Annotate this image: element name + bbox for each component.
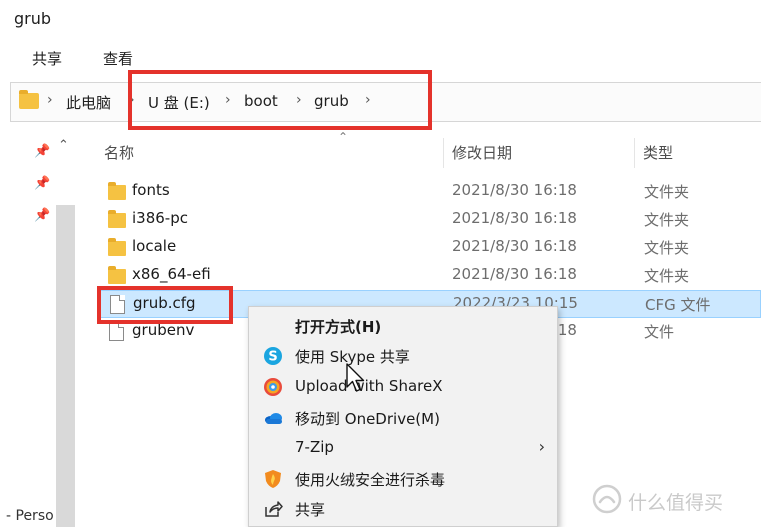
- menu-item-label: 共享: [295, 501, 326, 519]
- folder-icon: [19, 90, 39, 109]
- file-type: 文件: [644, 323, 675, 341]
- file-icon: [109, 322, 124, 341]
- breadcrumb-this-pc[interactable]: 此电脑: [66, 92, 111, 113]
- watermark: 什么值得买: [592, 484, 761, 516]
- file-date: 2021/8/30 16:18: [452, 237, 577, 255]
- column-modified[interactable]: 修改日期: [452, 142, 512, 163]
- table-row[interactable]: fonts 2021/8/30 16:18 文件夹: [100, 178, 761, 206]
- file-type: 文件夹: [644, 239, 690, 257]
- file-date: 2021/8/30 16:18: [452, 265, 577, 283]
- file-name: x86_64-efi: [132, 265, 211, 283]
- folder-icon: [108, 238, 126, 256]
- table-row[interactable]: i386-pc 2021/8/30 16:18 文件夹: [100, 206, 761, 234]
- column-divider[interactable]: [443, 138, 444, 168]
- huorong-shield-icon: [265, 470, 281, 488]
- chevron-up-icon[interactable]: ⌃: [58, 138, 69, 153]
- table-row[interactable]: locale 2021/8/30 16:18 文件夹: [100, 234, 761, 262]
- onedrive-icon: [265, 413, 282, 424]
- mouse-cursor-icon: [346, 363, 365, 392]
- smzdm-logo-icon: [592, 484, 622, 514]
- svg-text:S: S: [268, 350, 277, 365]
- pin-icon[interactable]: 📌: [34, 176, 50, 191]
- chevron-right-icon: ›: [538, 437, 545, 456]
- file-name: locale: [132, 237, 177, 255]
- file-type: 文件夹: [644, 211, 690, 229]
- sharex-icon: [264, 378, 282, 396]
- folder-icon: [108, 182, 126, 200]
- nav-item-partial[interactable]: - Perso: [6, 508, 54, 524]
- folder-icon: [108, 210, 126, 228]
- pin-icon[interactable]: 📌: [34, 208, 50, 223]
- menu-item-share[interactable]: 共享: [249, 494, 557, 524]
- highlight-box-address: [128, 70, 432, 130]
- column-header-row: ⌃ 名称 修改日期 类型: [76, 130, 761, 168]
- file-name: i386-pc: [132, 209, 188, 227]
- menu-item-label: 打开方式(H): [295, 318, 382, 336]
- menu-item-sharex-upload[interactable]: Upload with ShareX: [249, 372, 557, 402]
- share-icon: [265, 501, 283, 517]
- menu-item-label: 移动到 OneDrive(M): [295, 410, 440, 428]
- tab-view[interactable]: 查看: [103, 48, 133, 69]
- file-name: fonts: [132, 181, 170, 199]
- tab-share[interactable]: 共享: [32, 48, 62, 69]
- menu-item-label: 7-Zip: [295, 438, 334, 456]
- skype-icon: S: [264, 347, 282, 365]
- file-type: 文件夹: [644, 183, 690, 201]
- window-title: grub: [14, 9, 52, 28]
- file-type: CFG 文件: [645, 296, 711, 314]
- menu-item-7zip[interactable]: 7-Zip ›: [249, 433, 557, 463]
- menu-item-label: Upload with ShareX: [295, 377, 443, 395]
- column-name[interactable]: 名称: [104, 142, 134, 163]
- highlight-box-file: [97, 286, 233, 324]
- file-type: 文件夹: [644, 267, 690, 285]
- pin-icon[interactable]: 📌: [34, 144, 50, 159]
- menu-item-skype-share[interactable]: S 使用 Skype 共享: [249, 341, 557, 371]
- column-divider[interactable]: [634, 138, 635, 168]
- menu-item-move-onedrive[interactable]: 移动到 OneDrive(M): [249, 403, 557, 433]
- menu-item-open-with[interactable]: 打开方式(H): [249, 311, 557, 341]
- menu-item-huorong-scan[interactable]: 使用火绒安全进行杀毒: [249, 464, 557, 494]
- context-menu: 打开方式(H) S 使用 Skype 共享 Upload with ShareX…: [248, 306, 558, 527]
- sort-up-icon: ⌃: [338, 130, 349, 144]
- watermark-text: 什么值得买: [628, 492, 724, 514]
- nav-scrollbar[interactable]: [56, 205, 75, 527]
- column-type[interactable]: 类型: [643, 142, 673, 163]
- title-bar: grub: [0, 0, 761, 38]
- file-date: 2021/8/30 16:18: [452, 181, 577, 199]
- file-date: 2021/8/30 16:18: [452, 209, 577, 227]
- menu-item-label: 使用火绒安全进行杀毒: [295, 471, 446, 489]
- chevron-right-icon[interactable]: ›: [47, 92, 53, 108]
- folder-icon: [108, 266, 126, 284]
